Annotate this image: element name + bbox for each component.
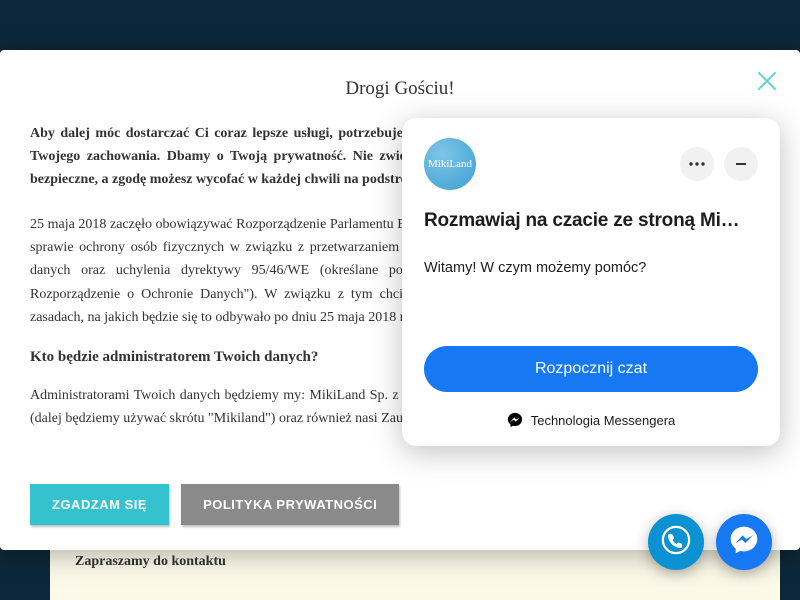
messenger-fab[interactable] xyxy=(716,514,772,570)
chat-title: Rozmawiaj na czacie ze stroną Mi… xyxy=(424,210,758,232)
chat-footer-label: Technologia Messengera xyxy=(531,413,676,428)
chat-widget: MikiLand Rozmawiaj na czacie ze stroną M… xyxy=(402,118,780,446)
more-icon[interactable] xyxy=(680,147,714,181)
minimize-icon[interactable] xyxy=(724,147,758,181)
chat-welcome-message: Witamy! W czym możemy pomóc? xyxy=(424,260,758,276)
modal-title: Drogi Gościu! xyxy=(30,78,770,100)
chat-avatar: MikiLand xyxy=(424,138,476,190)
modal-button-row: ZGADZAM SIĘ POLITYKA PRYWATNOŚCI xyxy=(30,484,399,525)
chat-footer[interactable]: Technologia Messengera xyxy=(424,412,758,428)
messenger-icon xyxy=(507,412,523,428)
close-icon[interactable] xyxy=(754,68,780,94)
phone-icon xyxy=(661,525,691,560)
privacy-policy-button[interactable]: POLITYKA PRYWATNOŚCI xyxy=(181,484,399,525)
chat-header: MikiLand xyxy=(424,138,758,190)
agree-button[interactable]: ZGADZAM SIĘ xyxy=(30,484,169,525)
start-chat-button[interactable]: Rozpocznij czat xyxy=(424,346,758,392)
messenger-icon xyxy=(729,525,759,560)
chat-avatar-text: MikiLand xyxy=(428,158,472,170)
chat-header-actions xyxy=(680,147,758,181)
contact-heading: Zapraszamy do kontaktu xyxy=(75,554,226,570)
phone-fab[interactable] xyxy=(648,514,704,570)
